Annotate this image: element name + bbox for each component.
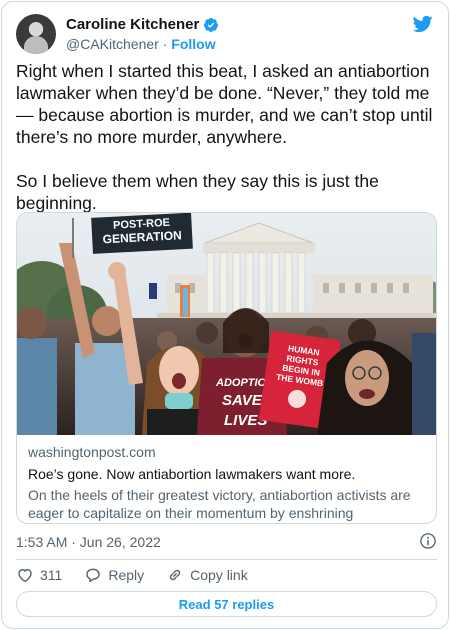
author-handle[interactable]: @CAKitchener xyxy=(66,36,159,52)
read-replies-button[interactable]: Read 57 replies xyxy=(16,591,437,617)
article-photo: ADOPTION SAVES LIVES HUMAN RIGHTS BEGIN … xyxy=(17,213,436,435)
author-display-name-row[interactable]: Caroline Kitchener xyxy=(66,16,219,34)
like-count: 311 xyxy=(40,567,63,583)
link-description: On the heels of their greatest victory, … xyxy=(28,487,411,521)
timestamp-row: 1:53 AM · Jun 26, 2022 xyxy=(16,533,437,551)
copy-link-button[interactable]: Copy link xyxy=(166,566,248,584)
link-preview-card[interactable]: ADOPTION SAVES LIVES HUMAN RIGHTS BEGIN … xyxy=(16,212,437,524)
handle-separator: · xyxy=(162,36,168,52)
link-icon xyxy=(169,569,181,581)
author-display-name[interactable]: Caroline Kitchener xyxy=(66,16,199,34)
tweet-text: Right when I started this beat, I asked … xyxy=(16,61,433,213)
tweet-embed-card: Caroline Kitchener @CAKitchener · Follow… xyxy=(1,1,449,629)
author-names: Caroline Kitchener @CAKitchener · Follow xyxy=(66,16,219,53)
author-handle-row: @CAKitchener · Follow xyxy=(66,35,219,53)
author-avatar[interactable] xyxy=(16,14,56,54)
tweet-header: Caroline Kitchener @CAKitchener · Follow xyxy=(16,14,434,54)
reply-bubble-icon xyxy=(86,568,101,583)
heart-icon xyxy=(18,568,32,583)
like-button[interactable]: 311 xyxy=(16,566,62,584)
reply-label: Reply xyxy=(108,567,145,583)
info-icon[interactable] xyxy=(419,532,437,550)
divider xyxy=(16,559,437,560)
link-domain: washingtonpost.com xyxy=(28,444,156,460)
tweet-timestamp[interactable]: 1:53 AM · Jun 26, 2022 xyxy=(16,534,161,550)
twitter-bird-icon[interactable] xyxy=(412,14,434,34)
reply-button[interactable]: Reply xyxy=(84,566,144,584)
link-title[interactable]: Roe’s gone. Now antiabortion lawmakers w… xyxy=(28,465,425,483)
copy-link-label: Copy link xyxy=(190,567,248,583)
action-bar: 311 Reply Copy link xyxy=(16,565,248,585)
follow-link[interactable]: Follow xyxy=(171,36,215,52)
link-meta: washingtonpost.com Roe’s gone. Now antia… xyxy=(28,443,425,523)
verified-badge-icon xyxy=(204,18,219,32)
